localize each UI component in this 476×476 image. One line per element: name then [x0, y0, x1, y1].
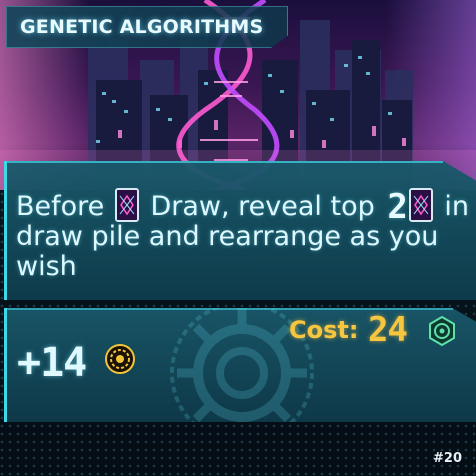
card-back-icon: [114, 188, 139, 222]
gear-watermark-icon: [170, 308, 314, 422]
title-banner: GENETIC ALGORITHMS: [6, 6, 288, 48]
effect-text-part1: Before: [16, 191, 105, 222]
cost-value: 24: [368, 310, 408, 350]
card-title: GENETIC ALGORITHMS: [20, 16, 264, 38]
green-hex-credit-icon: [429, 316, 455, 346]
effect-text-part2: Draw, reveal top: [150, 191, 375, 222]
stats-panel: +14 Cost: 24: [4, 308, 476, 422]
card-value: +14: [17, 340, 87, 386]
effect-panel: Before Draw, reveal top 2 in draw pile a…: [4, 161, 476, 300]
card-back-icon: [408, 188, 433, 222]
effect-text: Before Draw, reveal top 2 in draw pile a…: [16, 188, 476, 282]
cost-label: Cost:: [289, 316, 359, 344]
gold-gear-coin-icon: [105, 344, 135, 374]
card[interactable]: GENETIC ALGORITHMS Before Draw, reveal t…: [0, 0, 476, 476]
card-number: #20: [433, 451, 462, 466]
